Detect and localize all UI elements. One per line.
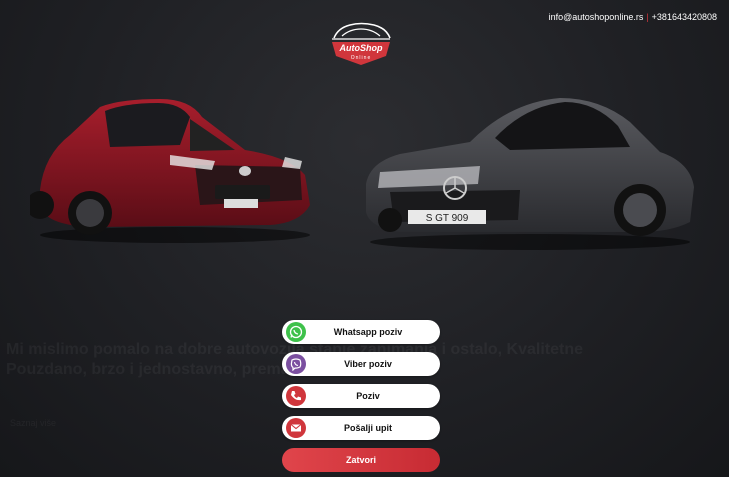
- close-button[interactable]: Zatvori: [282, 448, 440, 472]
- phone-icon: [286, 386, 306, 406]
- contact-actions-panel: Whatsapp poziv Viber poziv Poziv Pošalji…: [282, 320, 440, 472]
- car-image-red-hatchback: [26, 95, 320, 245]
- mail-icon: [286, 418, 306, 438]
- phone-call-button[interactable]: Poziv: [282, 384, 440, 408]
- whatsapp-icon: [286, 322, 306, 342]
- svg-text:S GT 909: S GT 909: [426, 213, 469, 224]
- close-label: Zatvori: [345, 455, 376, 465]
- phone-link[interactable]: +381643420808: [652, 12, 717, 22]
- email-link[interactable]: info@autoshoponline.rs: [549, 12, 644, 22]
- viber-icon: [286, 354, 306, 374]
- contact-bar: info@autoshoponline.rs | +381643420808: [549, 12, 717, 22]
- viber-call-button[interactable]: Viber poziv: [282, 352, 440, 376]
- send-inquiry-button[interactable]: Pošalji upit: [282, 416, 440, 440]
- svg-text:AutoShop: AutoShop: [339, 43, 383, 53]
- separator: |: [646, 12, 649, 22]
- whatsapp-call-button[interactable]: Whatsapp poziv: [282, 320, 440, 344]
- car-image-grey-coupe: S GT 909: [360, 92, 700, 252]
- background-link: Saznaj više: [10, 418, 57, 428]
- autoshop-logo[interactable]: AutoShop Online: [328, 18, 394, 70]
- svg-text:Online: Online: [351, 55, 371, 61]
